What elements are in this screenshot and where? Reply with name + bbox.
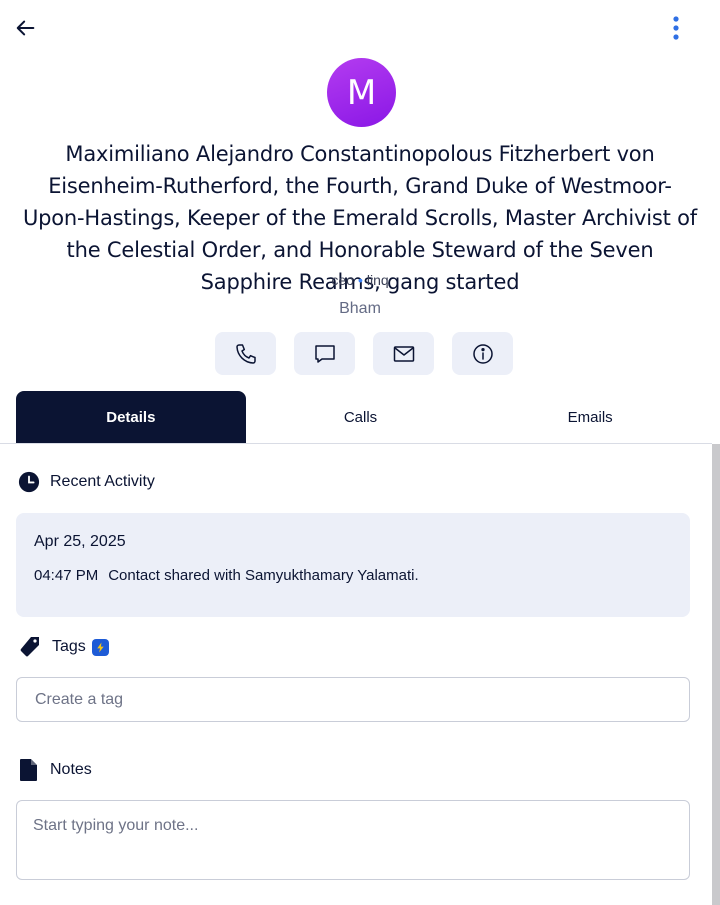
tab-divider — [0, 443, 712, 444]
lightning-badge-icon — [91, 638, 109, 656]
avatar: M — [327, 58, 396, 127]
tag-input[interactable] — [16, 677, 690, 722]
contact-detail-page: M Maximiliano Alejandro Constantinopolou… — [0, 0, 720, 905]
activity-card: Apr 25, 2025 04:47 PM Contact shared with… — [16, 513, 690, 617]
contact-actions — [215, 332, 513, 375]
notes-heading: Notes — [50, 761, 92, 778]
document-icon — [20, 759, 37, 781]
recent-activity-heading: Recent Activity — [50, 473, 155, 490]
info-icon — [472, 343, 493, 364]
tags-header: Tags — [18, 635, 109, 659]
note-input[interactable] — [16, 800, 690, 880]
lightning-icon — [97, 641, 104, 653]
email-button[interactable] — [373, 332, 434, 375]
activity-entry: 04:47 PM Contact shared with Samyukthamar… — [34, 567, 672, 584]
call-button[interactable] — [215, 332, 276, 375]
recent-activity-header: Recent Activity — [18, 471, 155, 493]
message-button[interactable] — [294, 332, 355, 375]
info-button[interactable] — [452, 332, 513, 375]
top-bar — [0, 0, 720, 56]
avatar-initial: M — [346, 72, 377, 113]
contact-title: ceo — [331, 272, 354, 288]
activity-date: Apr 25, 2025 — [34, 533, 126, 550]
clock-icon — [18, 471, 40, 493]
tab-details[interactable]: Details — [16, 391, 246, 443]
tab-calls[interactable]: Calls — [246, 391, 476, 443]
separator-dot: • — [357, 272, 363, 288]
arrow-left-icon — [16, 20, 35, 36]
scrollbar[interactable] — [712, 444, 720, 905]
contact-company: linq — [366, 272, 389, 288]
back-button[interactable] — [12, 14, 40, 42]
more-options-button[interactable] — [662, 14, 690, 42]
tab-emails[interactable]: Emails — [475, 391, 705, 443]
notes-header: Notes — [18, 758, 92, 782]
contact-meta: ceo • linq — [0, 272, 720, 288]
phone-icon — [235, 343, 256, 364]
activity-time: 04:47 PM — [34, 567, 99, 584]
message-icon — [314, 344, 335, 363]
tag-icon — [20, 637, 39, 657]
vertical-dots-icon — [673, 16, 679, 40]
activity-text: Contact shared with Samyukthamary Yalama… — [108, 567, 419, 584]
tab-bar: Details Calls Emails — [16, 391, 705, 443]
contact-location: Bham — [339, 300, 381, 317]
tags-heading: Tags — [52, 638, 86, 655]
mail-icon — [393, 345, 414, 362]
